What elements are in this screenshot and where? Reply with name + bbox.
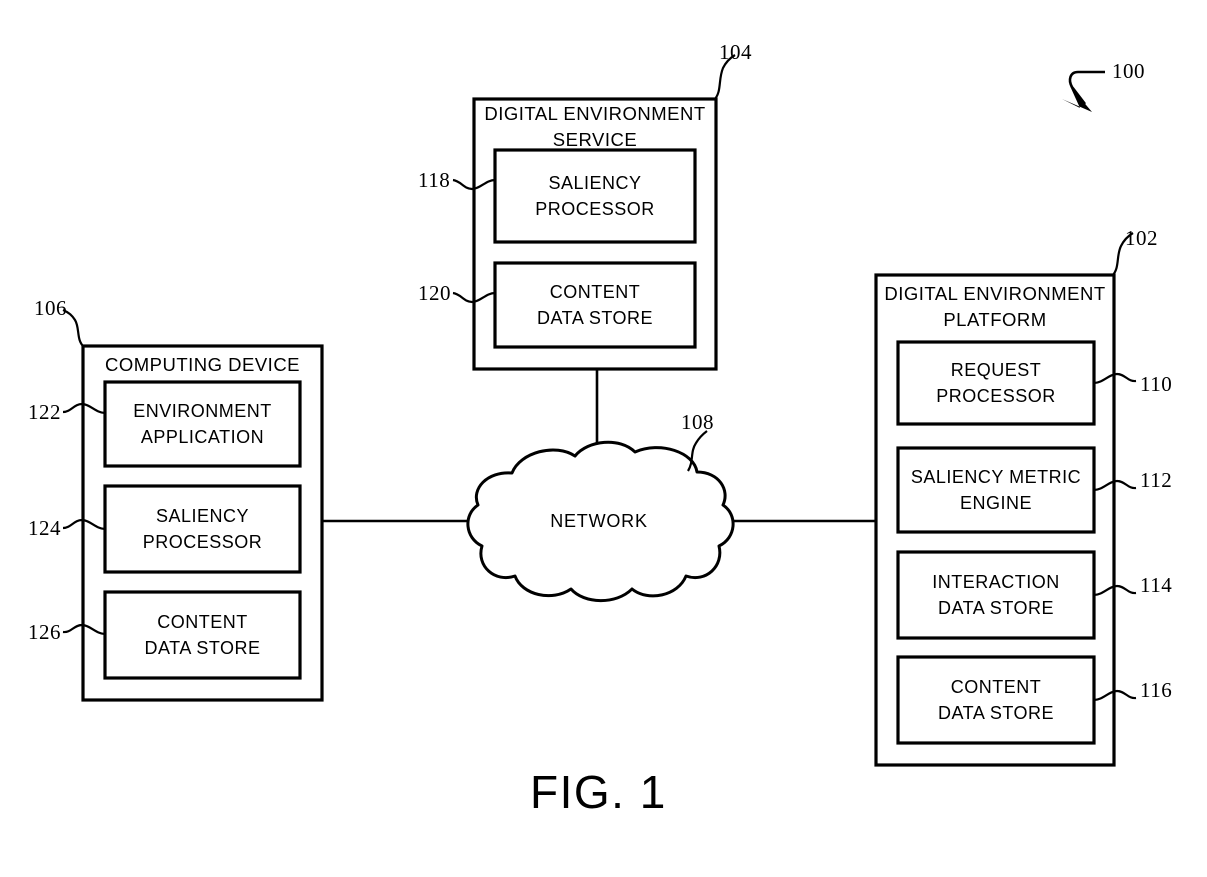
ref-number-118: 118 (418, 168, 451, 192)
ref-number-104: 104 (719, 40, 752, 64)
ref-number-100: 100 (1112, 59, 1145, 83)
system-ref-arrow-head (1062, 86, 1092, 112)
system-ref-arrow-shaft (1068, 70, 1105, 105)
ref-number-126: 126 (28, 620, 61, 644)
content-data-store-service-label: CONTENT DATA STORE (536, 282, 654, 328)
interaction-data-store-label: INTERACTION DATA STORE (932, 572, 1060, 618)
patent-figure-1: DIGITAL ENVIRONMENT SERVICE SALIENCY PRO… (0, 0, 1207, 877)
environment-application-label: ENVIRONMENT APPLICATION (133, 401, 272, 447)
ref-number-116: 116 (1140, 678, 1173, 702)
ref-number-122: 122 (28, 400, 61, 424)
ref-number-114: 114 (1140, 573, 1173, 597)
request-processor-label: REQUEST PROCESSOR (936, 360, 1056, 406)
ref-number-112: 112 (1140, 468, 1173, 492)
figure-caption: FIG. 1 (530, 766, 667, 818)
ref-number-108: 108 (681, 410, 714, 434)
leader-line-108 (687, 430, 708, 472)
saliency-processor-device-label: SALIENCY PROCESSOR (142, 506, 263, 552)
ref-number-102: 102 (1125, 226, 1158, 250)
network-label: NETWORK (550, 511, 648, 531)
content-data-store-device-label: CONTENT DATA STORE (144, 612, 261, 658)
saliency-processor-service-label: SALIENCY PROCESSOR (535, 173, 655, 219)
ref-number-106: 106 (34, 296, 67, 320)
digital-environment-platform-title: DIGITAL ENVIRONMENT PLATFORM (884, 283, 1106, 330)
saliency-metric-engine-label: SALIENCY METRIC ENGINE (910, 467, 1082, 513)
ref-number-110: 110 (1140, 372, 1173, 396)
content-data-store-platform-label: CONTENT DATA STORE (937, 677, 1055, 723)
digital-environment-service-title: DIGITAL ENVIRONMENT SERVICE (484, 103, 706, 150)
ref-number-124: 124 (28, 516, 61, 540)
ref-number-120: 120 (418, 281, 451, 305)
computing-device-title: COMPUTING DEVICE (104, 354, 301, 375)
